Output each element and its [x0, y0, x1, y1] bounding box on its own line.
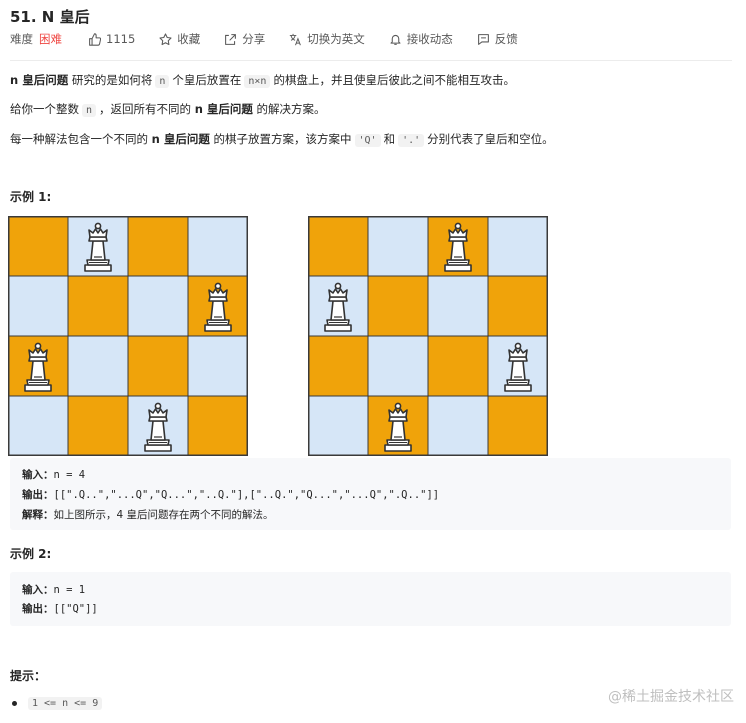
input-label: 输入：: [22, 584, 54, 596]
text: 和: [383, 132, 396, 146]
input-value: n = 1: [53, 584, 86, 596]
board-square: [187, 216, 248, 277]
difficulty-label: 难度: [10, 32, 33, 46]
chessboard-solution-1: [8, 216, 248, 456]
hint-code: 1 <= n <= 9: [28, 697, 103, 710]
header-divider: [10, 60, 732, 61]
notify-label: 接收动态: [406, 32, 453, 46]
text: 的棋盘上，并且使皇后彼此之间不能相互攻击。: [273, 73, 515, 87]
text: 的解决方案。: [256, 102, 326, 116]
inline-code: n: [82, 104, 97, 117]
output-label: 输出：: [22, 603, 54, 615]
term-n-queens: n 皇后问题: [10, 73, 69, 87]
favorite-button[interactable]: 收藏: [159, 31, 200, 47]
text: 分别代表了皇后和空位。: [427, 132, 554, 146]
example-1-code-block: 输入：n = 4 输出：[[".Q..","...Q","Q...","..Q.…: [10, 458, 731, 530]
example-1-input-line: 输入：n = 4: [22, 467, 85, 482]
hints-list: 1 <= n <= 9: [12, 696, 105, 710]
text: 给你一个整数: [10, 102, 79, 116]
inline-code: n: [155, 75, 170, 88]
board-square: [487, 216, 548, 277]
inline-code: n×n: [244, 75, 271, 88]
bell-icon: [390, 34, 401, 45]
board-square: [367, 216, 429, 277]
text: ，返回所有不同的: [99, 102, 192, 116]
feedback-icon: [477, 33, 489, 45]
output-label: 输出：: [22, 489, 54, 501]
board-square: [487, 275, 548, 337]
board-square: [187, 335, 248, 397]
board-square: [8, 275, 69, 337]
problem-title: 51. N 皇后: [10, 8, 90, 26]
like-count: 1115: [106, 32, 136, 46]
board-square: [367, 335, 429, 397]
text: 的棋子放置方案，该方案中: [213, 132, 352, 146]
board-square: [308, 335, 369, 397]
chessboard-svg: [8, 216, 248, 456]
feedback-button[interactable]: 反馈: [477, 31, 518, 47]
term-n-queens: n 皇后问题: [194, 102, 253, 116]
board-square: [427, 395, 489, 456]
term-n-queens: n 皇后问题: [151, 132, 210, 146]
bullet: [12, 701, 17, 706]
text: 每一种解法包含一个不同的: [10, 132, 148, 146]
share-button[interactable]: 分享: [224, 31, 265, 47]
star-icon: [159, 32, 172, 45]
board-square: [427, 275, 489, 337]
example-2-code-block: 输入：n = 1 输出：[["Q"]]: [10, 572, 731, 626]
like-button[interactable]: 1115: [88, 32, 135, 46]
feedback-label: 反馈: [494, 32, 518, 46]
explain-value: 如上图所示，4 皇后问题存在两个不同的解法。: [53, 509, 274, 521]
input-label: 输入：: [22, 469, 54, 481]
input-value: n = 4: [53, 469, 86, 481]
inline-code: 'Q': [354, 134, 381, 147]
board-square: [127, 335, 189, 397]
share-icon: [225, 33, 237, 45]
text: 研究的是如何将: [71, 73, 153, 87]
output-value: [[".Q..","...Q","Q...","..Q."],["..Q.","…: [53, 489, 440, 501]
example-1-title: 示例 1:: [10, 190, 52, 204]
hints-title: 提示：: [10, 669, 47, 683]
board-square: [67, 395, 129, 456]
chessboard-svg: [308, 216, 548, 456]
description-paragraph-2: 给你一个整数 n ，返回所有不同的 n 皇后问题 的解决方案。: [10, 100, 326, 120]
chessboard-solution-2: [308, 216, 548, 456]
board-square: [427, 335, 489, 397]
example-2-title: 示例 2:: [10, 547, 52, 561]
inline-code: '.': [398, 134, 425, 147]
switch-language-button[interactable]: 切换为英文: [289, 31, 365, 47]
board-square: [8, 216, 69, 277]
hint-item: 1 <= n <= 9: [12, 696, 105, 710]
board-square: [367, 275, 429, 337]
board-square: [67, 335, 129, 397]
explain-label: 解释：: [22, 509, 54, 521]
text: 个皇后放置在: [172, 73, 242, 87]
board-square: [127, 216, 189, 277]
notify-button[interactable]: 接收动态: [389, 31, 453, 47]
board-square: [127, 275, 189, 337]
output-value: [["Q"]]: [53, 603, 98, 615]
description-paragraph-1: n 皇后问题 研究的是如何将 n 个皇后放置在 n×n 的棋盘上，并且使皇后彼此之间不能…: [10, 71, 515, 91]
problem-meta-bar: 难度 困难 1115 收藏 分享 切换为英文 接收动态 反馈: [10, 30, 518, 48]
example-2-output-line: 输出：[["Q"]]: [22, 601, 98, 616]
board-square: [67, 275, 129, 337]
translate-icon: [290, 33, 302, 45]
watermark: @稀土掘金技术社区: [608, 689, 734, 705]
board-square: [487, 395, 548, 456]
example-1-output-line: 输出：[[".Q..","...Q","Q...","..Q."],["..Q.…: [22, 487, 439, 502]
switch-language-label: 切换为英文: [307, 32, 365, 46]
example-2-input-line: 输入：n = 1: [22, 582, 85, 597]
example-1-explain-line: 解释：如上图所示，4 皇后问题存在两个不同的解法。: [22, 507, 274, 522]
difficulty-badge: 困难: [39, 32, 62, 46]
board-square: [308, 395, 369, 456]
board-square: [308, 216, 369, 277]
favorite-label: 收藏: [177, 32, 201, 46]
thumbs-up-icon: [89, 32, 101, 46]
board-square: [8, 395, 69, 456]
share-label: 分享: [242, 32, 266, 46]
description-paragraph-3: 每一种解法包含一个不同的 n 皇后问题 的棋子放置方案，该方案中 'Q' 和 '.' 分…: [10, 130, 554, 150]
board-square: [187, 395, 248, 456]
